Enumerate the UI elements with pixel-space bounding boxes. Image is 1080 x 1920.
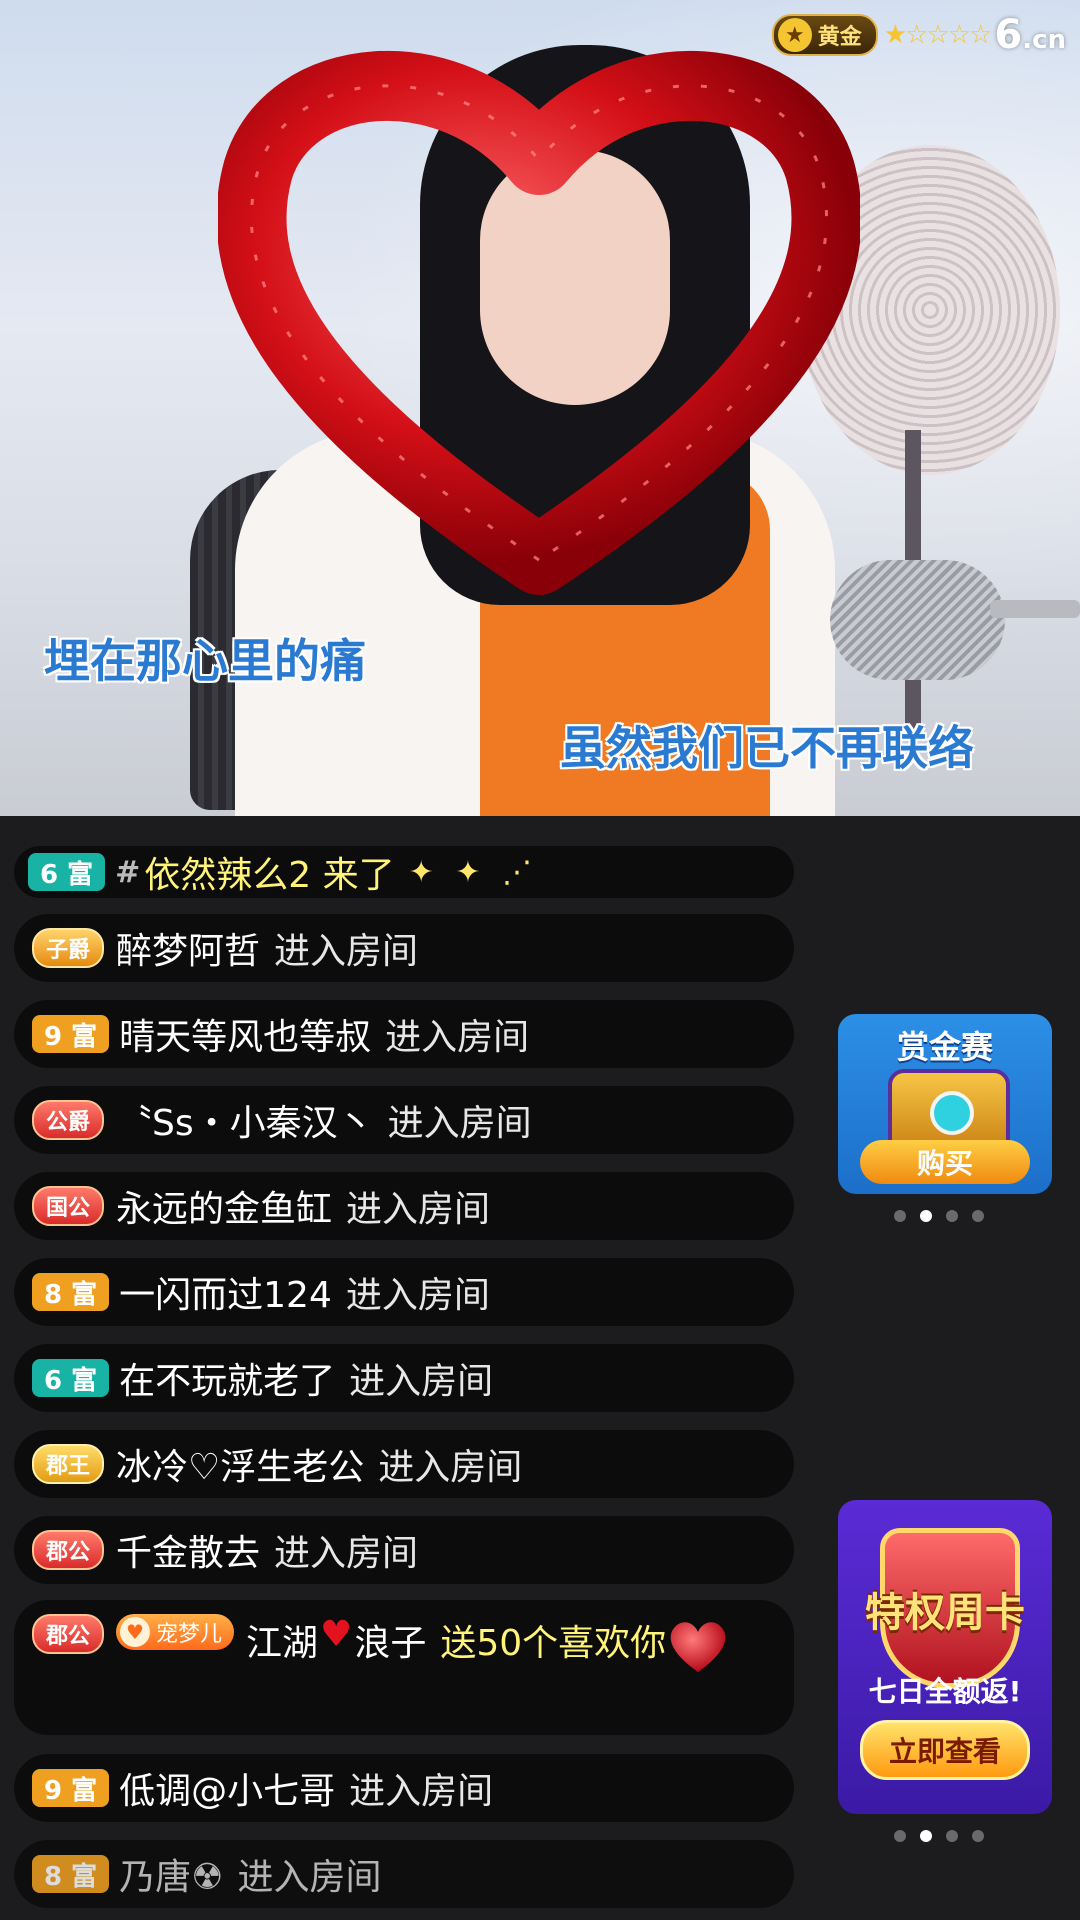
chat-row: 8 富 乃唐☢ 进入房间: [14, 1840, 794, 1908]
chat-row: 国公 永远的金鱼缸 进入房间: [14, 1172, 794, 1240]
gem-icon: [930, 1091, 974, 1135]
user-name[interactable]: 〝Ss・小秦汉丶: [116, 1094, 374, 1146]
buy-button[interactable]: 购买: [860, 1140, 1030, 1184]
user-name[interactable]: 在不玩就老了: [119, 1352, 335, 1404]
action-text: 进入房间: [274, 931, 419, 972]
carousel-dot[interactable]: [972, 1210, 984, 1222]
wealth-level-badge: 6 富: [28, 853, 106, 891]
wealth-level-badge: 8 富: [32, 1855, 110, 1893]
noble-title-badge: 郡公: [32, 1614, 105, 1654]
user-name-part-2[interactable]: 浪子: [354, 1614, 426, 1666]
site-logo: 6.cn: [994, 12, 1066, 58]
wealth-level-badge: 9 富: [32, 1769, 110, 1807]
noble-title-badge: 郡王: [32, 1444, 105, 1484]
chat-row: 郡王 冰冷♡浮生老公 进入房间: [14, 1430, 794, 1498]
action-text: 进入房间: [345, 1275, 490, 1316]
lyric-line-2: 虽然我们已不再联络: [560, 721, 974, 775]
chat-row: 公爵 〝Ss・小秦汉丶 进入房间: [14, 1086, 794, 1154]
user-name-part-1[interactable]: 江湖: [246, 1614, 318, 1666]
action-text: 进入房间: [349, 1361, 494, 1402]
carousel-dot[interactable]: [894, 1210, 906, 1222]
action-text: 进入房间: [385, 1017, 530, 1058]
chat-row: 9 富 晴天等风也等叔 进入房间: [14, 1000, 794, 1068]
banner-title: 特权周卡: [865, 1590, 1025, 1636]
rating-stars: ★☆☆☆☆: [883, 20, 993, 50]
chat-row-entry-banner: 6 富 # 依然辣么2 来了 ✦ ✦ ⋰: [14, 846, 794, 898]
lyric-line-1: 埋在那心里的痛: [44, 634, 366, 688]
fan-club-badge: ♥ 宠梦儿: [116, 1614, 235, 1650]
rank-label: 黄金: [817, 25, 862, 50]
carousel-dots-2: [894, 1830, 984, 1842]
carousel-dot[interactable]: [946, 1830, 958, 1842]
noble-title-badge: 国公: [32, 1186, 105, 1226]
user-name[interactable]: 低调@小七哥: [119, 1762, 335, 1814]
action-text: 进入房间: [378, 1447, 523, 1488]
banner-subtitle: 七日全额返!: [868, 1675, 1022, 1708]
user-name[interactable]: 依然辣么2 来了: [144, 846, 394, 898]
weekly-privilege-card-banner[interactable]: 特权周卡 七日全额返! 立即查看: [838, 1500, 1052, 1814]
wealth-level-badge: 9 富: [32, 1015, 110, 1053]
chat-row: 郡公 千金散去 进入房间: [14, 1516, 794, 1584]
carousel-dot-active[interactable]: [920, 1830, 932, 1842]
user-name[interactable]: 一闪而过124: [119, 1266, 332, 1318]
user-name[interactable]: 晴天等风也等叔: [119, 1008, 371, 1060]
gold-rank-badge[interactable]: ★ 黄金: [771, 14, 878, 56]
noble-title-badge: 公爵: [32, 1100, 105, 1140]
heart-balloon-effect: [218, 50, 860, 595]
rank-badge-area[interactable]: ★ 黄金 ★☆☆☆☆ 6.cn: [771, 12, 1066, 58]
logo-number: 6: [994, 12, 1023, 58]
logo-suffix: .cn: [1022, 25, 1066, 55]
action-text: 进入房间: [387, 1103, 532, 1144]
user-name[interactable]: 永远的金鱼缸: [116, 1180, 332, 1232]
user-name[interactable]: 冰冷♡浮生老公: [116, 1438, 364, 1490]
banner-title: 赏金赛: [896, 1028, 993, 1066]
heart-icon: ♥: [120, 1617, 151, 1647]
hash-symbol: #: [115, 854, 141, 890]
gift-text: 送50个喜欢你: [440, 1623, 667, 1664]
user-name[interactable]: 乃唐☢: [119, 1848, 223, 1900]
wealth-level-badge: 6 富: [32, 1359, 110, 1397]
view-now-button[interactable]: 立即查看: [860, 1720, 1030, 1780]
carousel-dot-active[interactable]: [920, 1210, 932, 1222]
action-text: 进入房间: [237, 1857, 382, 1898]
red-heart-icon: ♥: [320, 1614, 353, 1655]
user-name[interactable]: 千金散去: [116, 1524, 260, 1576]
user-name[interactable]: 醉梦阿哲: [116, 922, 260, 974]
action-text: 进入房间: [274, 1533, 419, 1574]
fan-club-name: 宠梦儿: [156, 1622, 223, 1647]
noble-title-badge: 郡公: [32, 1530, 105, 1570]
noble-title-badge: 子爵: [32, 928, 105, 968]
live-video[interactable]: 埋在那心里的痛 虽然我们已不再联络 ★ 黄金 ★☆☆☆☆ 6.cn: [0, 0, 1080, 816]
microphone-arm: [990, 600, 1080, 618]
chat-row-gift: 郡公 ♥ 宠梦儿 江湖 ♥ 浪子 送50个喜欢你: [14, 1600, 794, 1735]
action-text: 进入房间: [346, 1189, 491, 1230]
carousel-dot[interactable]: [894, 1830, 906, 1842]
chat-row: 6 富 在不玩就老了 进入房间: [14, 1344, 794, 1412]
chat-row: 8 富 一闪而过124 进入房间: [14, 1258, 794, 1326]
carousel-dot[interactable]: [946, 1210, 958, 1222]
action-text: 进入房间: [349, 1771, 494, 1812]
carousel-dots-1: [894, 1210, 984, 1222]
sparkle-icon: ✦ ✦ ⋰: [408, 854, 539, 890]
love-heart-gift-icon: [670, 1622, 726, 1672]
wealth-level-badge: 8 富: [32, 1273, 110, 1311]
carousel-dot[interactable]: [972, 1830, 984, 1842]
chat-row: 9 富 低调@小七哥 进入房间: [14, 1754, 794, 1822]
bounty-contest-banner[interactable]: 赏金赛 购买: [838, 1014, 1052, 1194]
star-icon: ★: [777, 18, 812, 52]
chat-row: 子爵 醉梦阿哲 进入房间: [14, 914, 794, 982]
